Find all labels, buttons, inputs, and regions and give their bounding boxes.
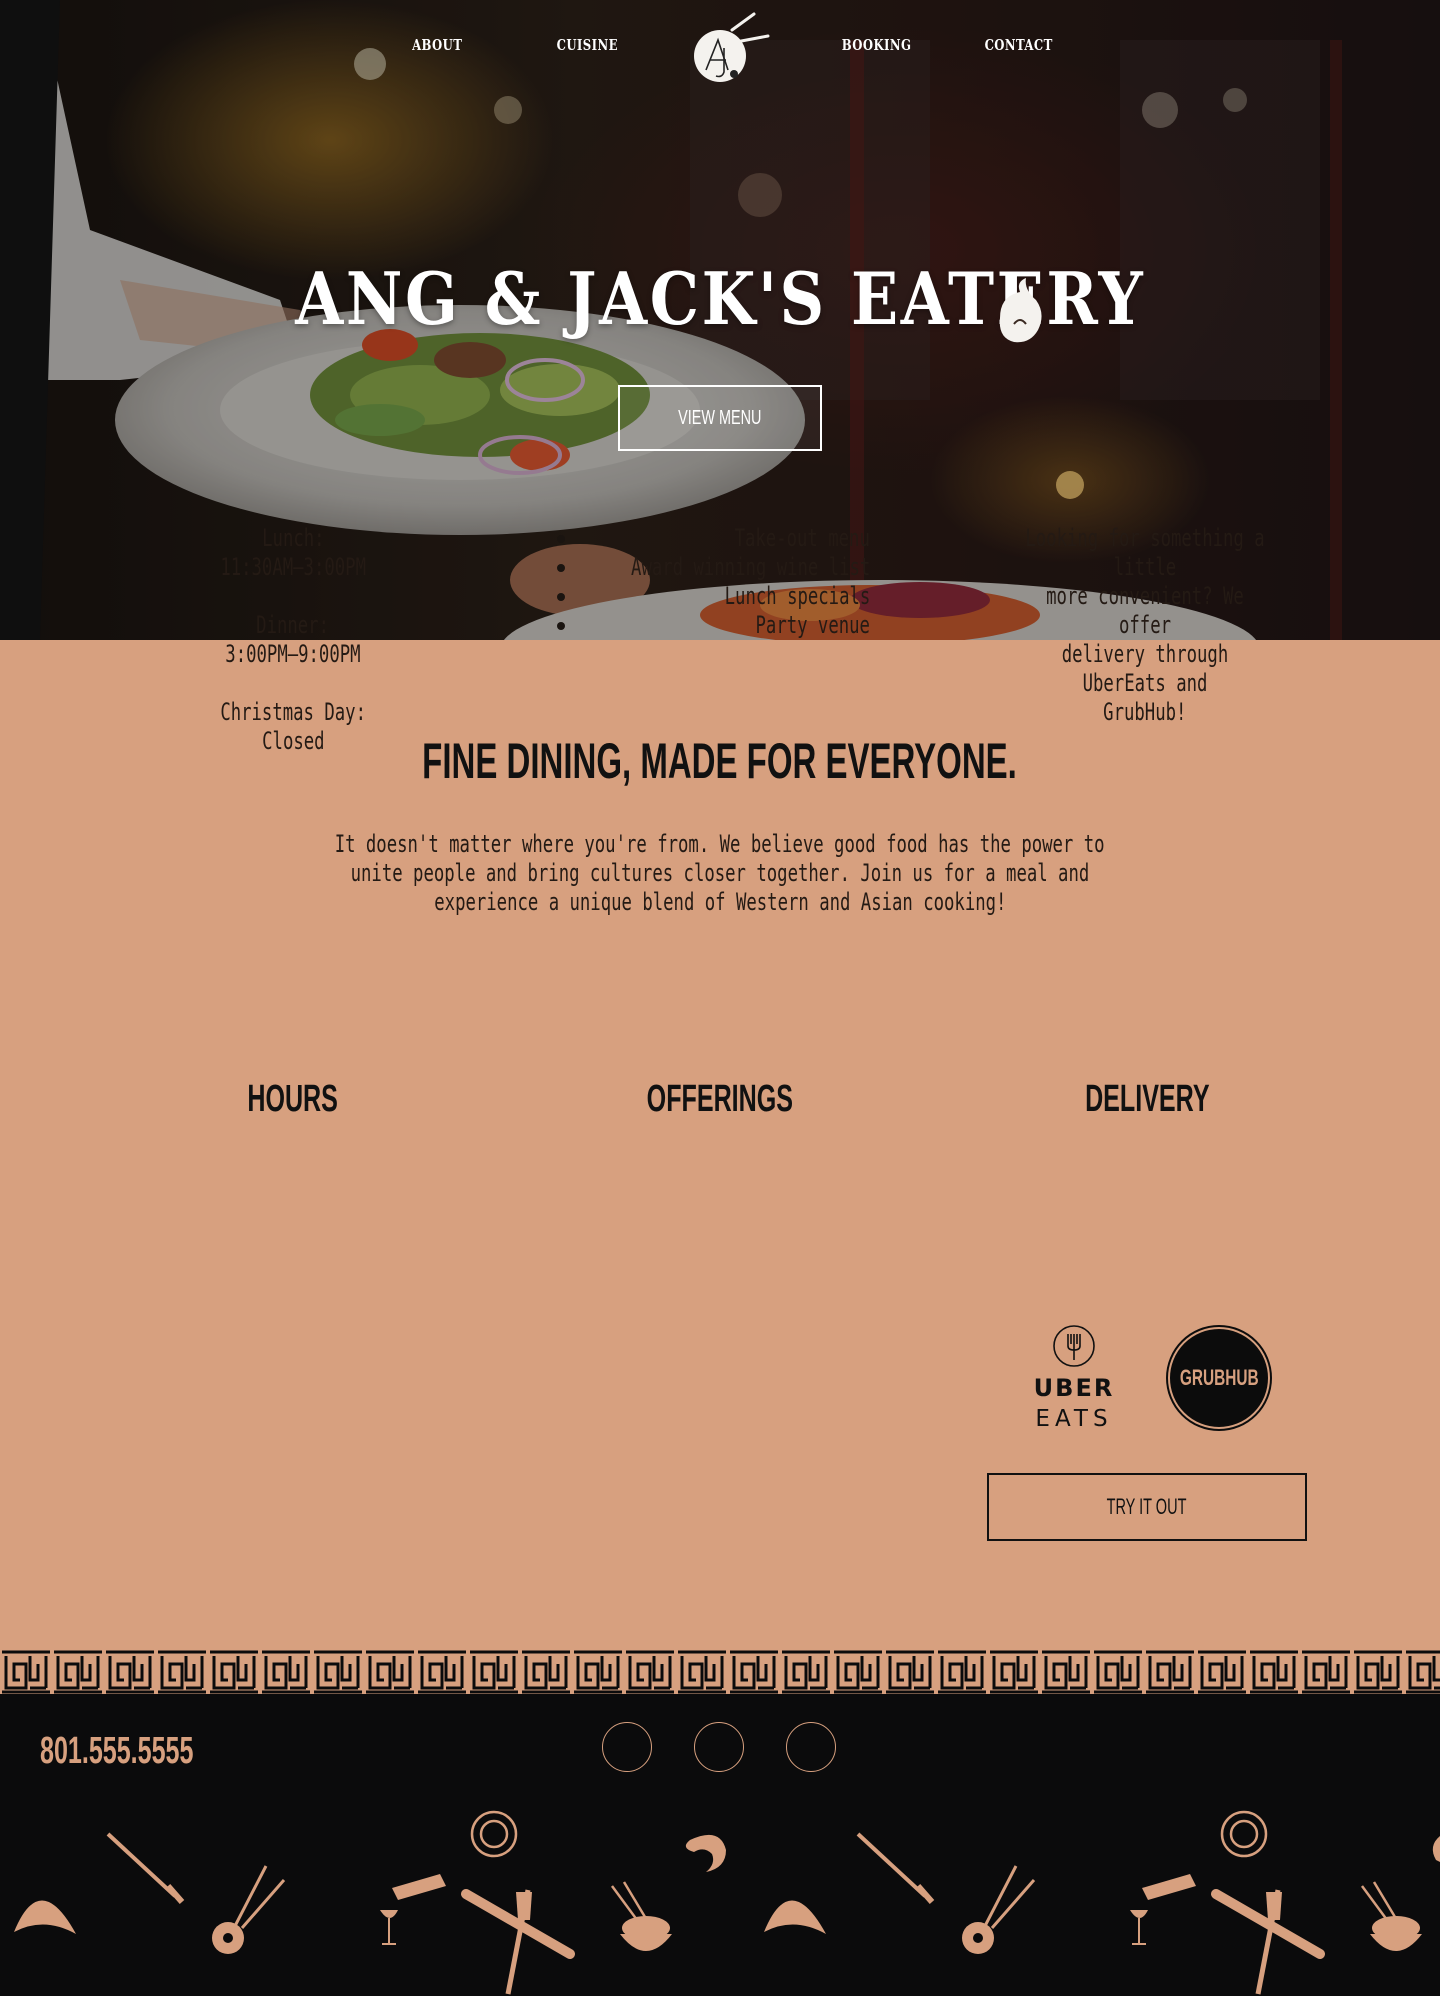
hours-list: Lunch: 11:30AM—3:00PM Dinner: 3:00PM—9:0… [113,524,473,785]
hours-entry: Lunch: 11:30AM—3:00PM [113,524,473,582]
offerings-heading-text: OFFERINGS [646,1078,794,1120]
intro-line: It doesn't matter where you're from. We … [335,830,1105,858]
offering-text: Party venue [755,611,870,639]
phone-number-link[interactable]: 801.555.5555 [40,1730,193,1773]
greek-key-pattern [0,1646,1440,1698]
nav-about-link[interactable]: ABOUT [412,36,462,54]
dumpling-icon [764,1900,826,1934]
bullet-icon [557,535,565,543]
wine-pour-icon [380,1874,446,1945]
delivery-line: GrubHub! [1103,698,1187,726]
greek-key-border [0,1646,1440,1698]
eats-text: EATS [1035,1406,1112,1432]
intro-line: unite people and bring cultures closer t… [350,859,1090,887]
bullet-icon [557,622,565,630]
chopsticks-icon [212,1865,286,1954]
hours-heading-text: HOURS [247,1078,339,1120]
grubhub-text: GRUBHUB [1179,1365,1259,1390]
hours-time: 11:30AM—3:00PM [220,553,366,581]
social-icon-1[interactable] [602,1722,652,1772]
ring-icon [470,1810,518,1858]
delivery-heading-text: DELIVERY [1084,1078,1210,1120]
list-item: Party venue [470,611,870,640]
logo-icon[interactable] [692,12,772,84]
offering-text: Take-out menu [734,524,870,552]
delivery-paragraph: Looking for something a little more conv… [965,524,1325,727]
delivery-line: Looking for something a little [1025,524,1265,581]
offering-text: Award winning wine list [630,553,870,581]
social-icon-3[interactable] [786,1722,836,1772]
intro-paragraph: It doesn't matter where you're from. We … [320,830,1120,917]
knife-fork-icon [1211,1889,1325,1995]
try-it-out-button[interactable]: TRY IT OUT [987,1473,1307,1541]
hours-time: Closed [261,727,325,755]
hours-label: Dinner: [256,611,330,639]
delivery-line: delivery through UberEats and [1061,640,1229,697]
dumpling-icon [14,1900,76,1934]
hours-entry: Dinner: 3:00PM—9:00PM [113,611,473,669]
shrimp-icon [685,1834,726,1872]
ring-icon [1220,1810,1268,1858]
list-item: Take-out menu [470,524,870,553]
offerings-heading: OFFERINGS [540,1078,900,1121]
intro-heading-text: FINE DINING, MADE FOR EVERYONE. [422,733,1018,789]
nav-contact-link[interactable]: CONTACT [985,36,1053,54]
offerings-list: Take-out menu Award winning wine list Lu… [470,524,870,640]
nav-cuisine-link[interactable]: CUISINE [557,36,618,54]
wine-pour-icon [1130,1874,1196,1945]
intro-line: experience a unique blend of Western and… [433,888,1007,916]
uber-eats-logo[interactable]: UBER EATS [1028,1324,1120,1434]
uber-text: UBER [1034,1374,1115,1402]
delivery-line: more convenient? We offer [1046,582,1244,639]
nav-booking-link[interactable]: BOOKING [842,36,912,54]
hours-time: 3:00PM—9:00PM [225,640,361,668]
swirl-icon [999,278,1042,343]
delivery-heading: DELIVERY [967,1078,1327,1121]
fork-icon [106,1832,185,1904]
offering-text: Lunch specials [724,582,870,610]
bullet-icon [557,593,565,601]
hero-title: ANG & JACK'S EATERY [0,256,1440,341]
noodle-bowl-icon [1360,1881,1422,1951]
hours-label: Lunch: [261,524,325,552]
shrimp-icon [1432,1836,1440,1862]
list-item: Award winning wine list [470,553,870,582]
footer: 801.555.5555 [0,1698,1440,1996]
hours-label: Christmas Day: [220,698,366,726]
knife-fork-icon [461,1889,575,1995]
hours-heading: HOURS [113,1078,473,1121]
food-pattern [14,1810,1440,1995]
noodle-bowl-icon [610,1881,672,1951]
view-menu-label: VIEW MENU [678,406,762,429]
bullet-icon [557,564,565,572]
grubhub-logo[interactable]: GRUBHUB [1168,1327,1270,1429]
list-item: Lunch specials [470,582,870,611]
view-menu-button[interactable]: VIEW MENU [618,385,822,451]
try-it-out-label: TRY IT OUT [1107,1494,1187,1519]
chopsticks-icon [962,1865,1036,1954]
fork-icon [856,1832,935,1904]
social-icon-2[interactable] [694,1722,744,1772]
hours-entry: Christmas Day: Closed [113,698,473,756]
